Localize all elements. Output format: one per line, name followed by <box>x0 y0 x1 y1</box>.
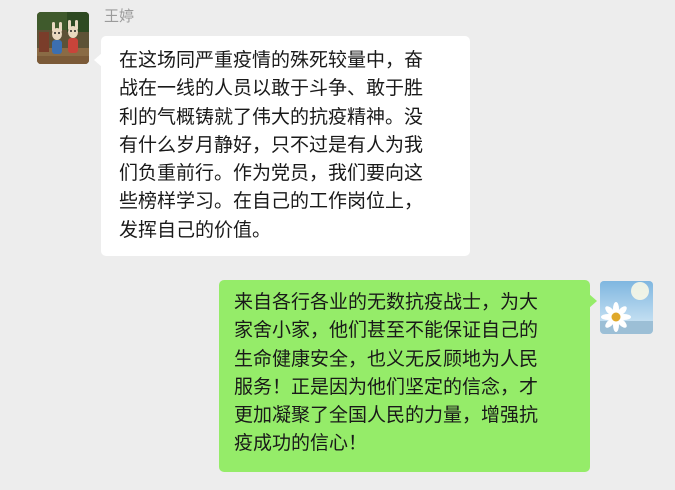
message-line: 战在一线的人员以敢于斗争、敢于胜 <box>119 77 424 100</box>
message-line: 们负重前行。作为党员，我们要向这 <box>119 162 424 185</box>
message-line: 更加凝聚了全国人民的力量，增强抗 <box>234 404 539 427</box>
message-line: 服务！正是因为他们坚定的信念，才 <box>234 375 539 398</box>
outgoing-message-bubble[interactable]: 来自各行各业的无数抗疫战士，为大 家舍小家，他们甚至不能保证自己的 生命健康安全… <box>219 280 590 472</box>
sender-name: 王婷 <box>104 7 135 25</box>
message-line: 利的气概铸就了伟大的抗疫精神。没 <box>119 105 424 128</box>
message-line: 生命健康安全，也义无反顾地为人民 <box>234 347 539 370</box>
message-line: 在这场同严重疫情的殊死较量中，奋 <box>119 49 424 71</box>
bubble-tail-right <box>589 294 597 308</box>
message-line: 发挥自己的价值。 <box>119 218 272 241</box>
message-line: 些榜样学习。在自己的工作岗位上， <box>119 190 424 213</box>
message-line: 来自各行各业的无数抗疫战士，为大 <box>234 291 539 313</box>
user-avatar-icon[interactable] <box>37 12 89 64</box>
self-avatar-icon[interactable] <box>600 281 653 334</box>
incoming-message-bubble[interactable]: 在这场同严重疫情的殊死较量中，奋 战在一线的人员以敢于斗争、敢于胜 利的气概铸就… <box>101 36 470 256</box>
message-line: 家舍小家，他们甚至不能保证自己的 <box>234 319 539 342</box>
message-line: 有什么岁月静好，只不过是有人为我 <box>119 133 424 156</box>
message-line: 疫成功的信心！ <box>234 432 368 455</box>
